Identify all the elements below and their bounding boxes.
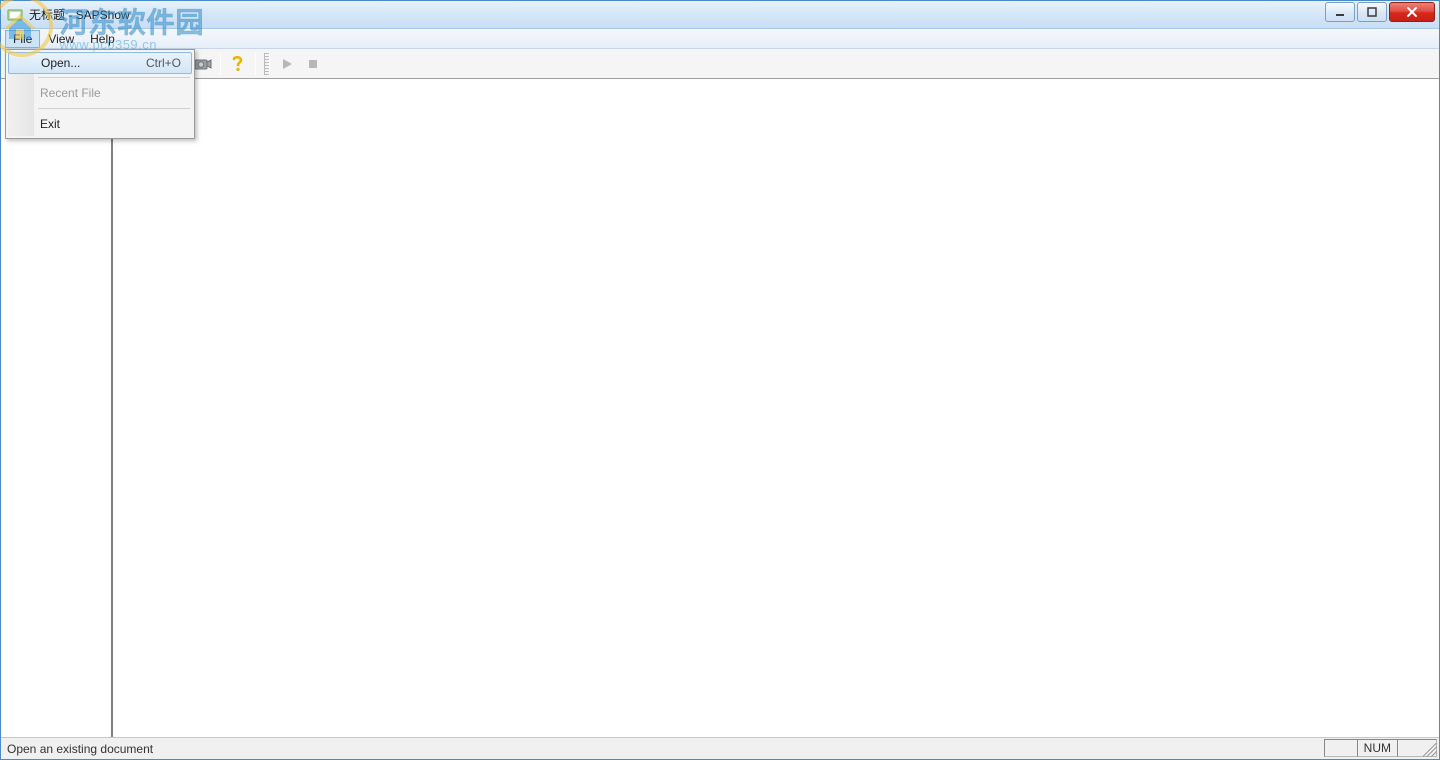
menu-item-label: Recent File	[40, 86, 101, 100]
app-icon	[7, 7, 23, 23]
menu-help[interactable]: Help	[82, 30, 123, 48]
maximize-button[interactable]	[1357, 2, 1387, 22]
camera-icon	[194, 56, 212, 72]
window-controls	[1325, 1, 1439, 22]
menu-item-label: Open...	[41, 56, 80, 70]
play-icon	[280, 57, 294, 71]
toolbar-separator	[255, 53, 256, 75]
stop-button[interactable]	[301, 52, 325, 76]
dropdown-separator	[38, 77, 190, 78]
menu-item-label: Exit	[40, 117, 60, 131]
client-area	[1, 79, 1439, 737]
content-pane	[113, 80, 1439, 737]
help-icon	[230, 55, 246, 73]
menu-view[interactable]: View	[40, 30, 82, 48]
toolbar	[1, 49, 1439, 79]
dropdown-separator	[38, 108, 190, 109]
help-button[interactable]	[226, 52, 250, 76]
resize-grip[interactable]	[1423, 743, 1437, 757]
menubar: File View Help	[1, 29, 1439, 49]
status-cells: NUM	[1325, 739, 1437, 757]
toolbar-separator	[220, 53, 221, 75]
status-cell-cap	[1324, 739, 1358, 757]
menu-item-recent: Recent File	[8, 81, 192, 105]
menu-file[interactable]: File	[5, 30, 40, 48]
left-pane	[1, 80, 113, 737]
minimize-button[interactable]	[1325, 2, 1355, 22]
app-window: 无标题 - SAPShow File View Help	[0, 0, 1440, 760]
stop-icon	[306, 57, 320, 71]
toolbar-grip[interactable]	[264, 53, 270, 75]
play-button[interactable]	[275, 52, 299, 76]
status-message: Open an existing document	[7, 742, 153, 756]
close-button[interactable]	[1389, 2, 1435, 22]
window-title: 无标题 - SAPShow	[29, 6, 130, 23]
file-dropdown: Open... Ctrl+O Recent File Exit	[5, 49, 195, 139]
menu-item-shortcut: Ctrl+O	[146, 56, 181, 70]
menu-item-open[interactable]: Open... Ctrl+O	[8, 52, 192, 74]
titlebar[interactable]: 无标题 - SAPShow	[1, 1, 1439, 29]
statusbar: Open an existing document NUM	[1, 737, 1439, 759]
status-cell-num: NUM	[1357, 739, 1398, 757]
menu-item-exit[interactable]: Exit	[8, 112, 192, 136]
